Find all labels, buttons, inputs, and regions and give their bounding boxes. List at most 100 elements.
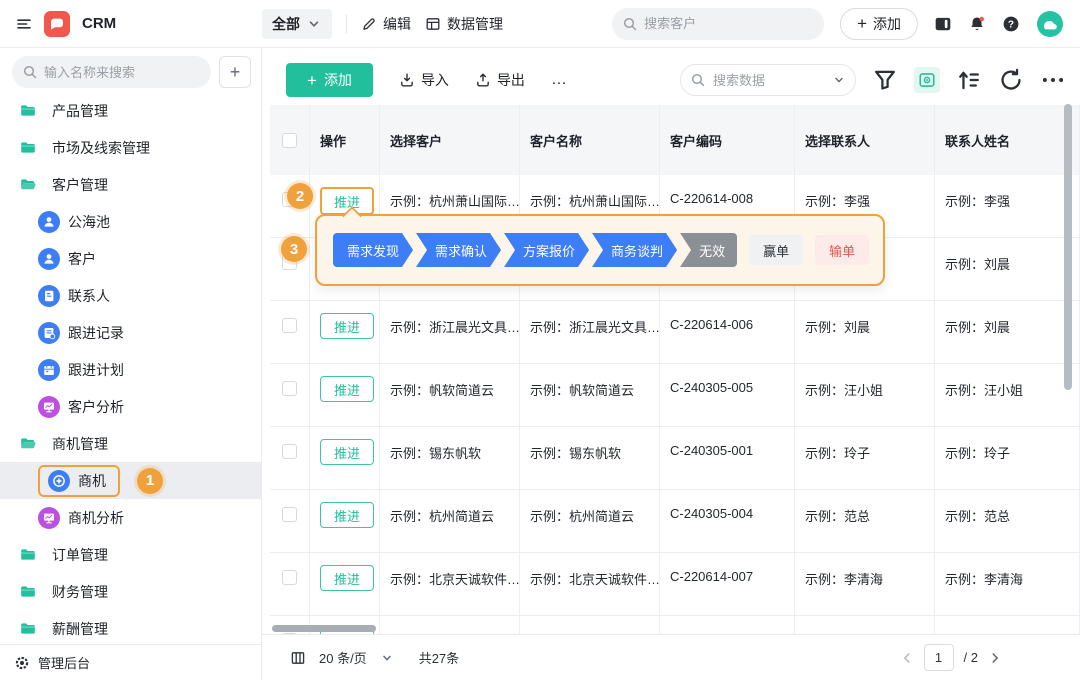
stage-step-方案报价[interactable]: 方案报价 bbox=[504, 233, 589, 267]
import-icon bbox=[399, 72, 415, 88]
vertical-scrollbar[interactable] bbox=[1064, 104, 1072, 390]
row-checkbox[interactable] bbox=[282, 381, 297, 396]
advance-stage-button[interactable]: 推进 bbox=[320, 439, 374, 465]
prev-page-icon[interactable] bbox=[900, 651, 914, 665]
lose-button[interactable]: 输单 bbox=[815, 235, 869, 265]
select-all-cell bbox=[270, 105, 310, 175]
sidebar-item-label: 商机分析 bbox=[68, 508, 124, 528]
table-config-icon[interactable] bbox=[290, 650, 306, 666]
row-checkbox[interactable] bbox=[282, 507, 297, 522]
header-add-label: 添加 bbox=[873, 14, 901, 34]
total-pages-label: / 2 bbox=[964, 650, 978, 665]
data-search-input[interactable] bbox=[680, 64, 856, 96]
sidebar-item-跟进记录[interactable]: 跟进记录 bbox=[0, 314, 261, 351]
data-cell: 示例：帆软简道云 bbox=[520, 364, 660, 426]
table-row: 推进示例：帆软简道云示例：帆软简道云C-240305-005示例：汪小姐示例：汪… bbox=[270, 364, 1080, 427]
hamburger-menu-icon[interactable] bbox=[16, 16, 32, 32]
sidebar-add-button[interactable]: + bbox=[219, 56, 251, 88]
sidebar-item-商机[interactable]: 商机1 bbox=[0, 462, 261, 499]
data-manage-button[interactable]: 数据管理 bbox=[425, 14, 503, 34]
data-cell: C-220614-007 bbox=[660, 616, 795, 634]
folder-open-icon bbox=[18, 176, 38, 193]
svg-text:?: ? bbox=[1008, 19, 1014, 30]
export-button[interactable]: 导出 bbox=[475, 70, 525, 90]
stage-step-需求发现[interactable]: 需求发现 bbox=[333, 233, 413, 267]
advance-stage-button[interactable]: 推进 bbox=[320, 376, 374, 402]
row-select-cell bbox=[270, 490, 310, 552]
sort-order-icon[interactable] bbox=[956, 67, 982, 93]
sidebar-item-公海池[interactable]: 公海池 bbox=[0, 203, 261, 240]
next-page-icon[interactable] bbox=[988, 651, 1002, 665]
table-row: 推进示例：锡东帆软示例：锡东帆软C-240305-001示例：玲子示例：玲子 bbox=[270, 427, 1080, 490]
action-cell: 推进 bbox=[310, 553, 380, 615]
customer-search-input[interactable] bbox=[612, 8, 824, 40]
sidebar-search-input[interactable] bbox=[12, 56, 211, 88]
data-cell: 示例：李强 bbox=[935, 175, 1080, 237]
current-page-box[interactable]: 1 bbox=[924, 644, 954, 671]
more-options-icon[interactable] bbox=[1040, 67, 1066, 93]
sidebar-search-row: + bbox=[12, 56, 251, 88]
more-actions-button[interactable]: … bbox=[551, 71, 568, 89]
sidebar-item-商机管理[interactable]: 商机管理 bbox=[0, 425, 261, 462]
refresh-icon[interactable] bbox=[998, 67, 1024, 93]
sidebar-item-商机分析[interactable]: 商机分析 bbox=[0, 499, 261, 536]
advance-stage-button[interactable]: 推进 bbox=[320, 313, 374, 339]
pool-icon bbox=[38, 211, 60, 233]
table-row: 推进示例：北京天诚软件…示例：北京天诚软件…C-220614-007示例：李清海… bbox=[270, 616, 1080, 634]
filter-icon[interactable] bbox=[872, 67, 898, 93]
customer-search bbox=[612, 8, 824, 40]
chevron-down-icon[interactable] bbox=[832, 73, 846, 87]
user-avatar[interactable] bbox=[1036, 10, 1064, 38]
table-row: 推进示例：北京天诚软件…示例：北京天诚软件…C-220614-007示例：李清海… bbox=[270, 553, 1080, 616]
sidebar-item-订单管理[interactable]: 订单管理 bbox=[0, 536, 261, 573]
stage-step-无效[interactable]: 无效 bbox=[680, 233, 737, 267]
edit-button[interactable]: 编辑 bbox=[361, 14, 411, 34]
column-header-联系人姓名[interactable]: 联系人姓名 bbox=[935, 105, 1080, 175]
sidebar-item-客户管理[interactable]: 客户管理 bbox=[0, 166, 261, 203]
import-button[interactable]: 导入 bbox=[399, 70, 449, 90]
data-cell: 示例：范总 bbox=[795, 490, 935, 552]
action-cell: 推进 bbox=[310, 427, 380, 489]
sidebar-item-跟进计划[interactable]: 跟进计划 bbox=[0, 351, 261, 388]
help-icon[interactable]: ? bbox=[1002, 15, 1020, 33]
data-grid-icon bbox=[425, 16, 441, 32]
sidebar-item-产品管理[interactable]: 产品管理 bbox=[0, 92, 261, 129]
horizontal-scrollbar[interactable] bbox=[272, 625, 376, 632]
field-visibility-icon[interactable] bbox=[914, 67, 940, 93]
column-header-操作[interactable]: 操作 bbox=[310, 105, 380, 175]
sidebar-item-客户分析[interactable]: 客户分析 bbox=[0, 388, 261, 425]
header-add-button[interactable]: + 添加 bbox=[840, 8, 918, 40]
search-icon bbox=[22, 64, 38, 80]
row-checkbox[interactable] bbox=[282, 318, 297, 333]
sidebar-item-市场及线索管理[interactable]: 市场及线索管理 bbox=[0, 129, 261, 166]
scope-dropdown[interactable]: 全部 bbox=[262, 9, 332, 39]
win-button[interactable]: 赢单 bbox=[749, 235, 803, 265]
chevron-down-icon[interactable] bbox=[380, 651, 394, 665]
column-header-选择联系人[interactable]: 选择联系人 bbox=[795, 105, 935, 175]
column-header-客户编码[interactable]: 客户编码 bbox=[660, 105, 795, 175]
admin-console-button[interactable]: 管理后台 bbox=[0, 644, 261, 680]
rows-per-page-label[interactable]: 20 条/页 bbox=[319, 648, 367, 667]
sidebar-item-薪酬管理[interactable]: 薪酬管理 bbox=[0, 610, 261, 647]
data-cell: C-240305-004 bbox=[660, 490, 795, 552]
sidebar-item-财务管理[interactable]: 财务管理 bbox=[0, 573, 261, 610]
side-panel-icon[interactable] bbox=[934, 15, 952, 33]
stage-step-商务谈判[interactable]: 商务谈判 bbox=[592, 233, 677, 267]
column-header-选择客户[interactable]: 选择客户 bbox=[380, 105, 520, 175]
advance-stage-button[interactable]: 推进 bbox=[320, 502, 374, 528]
column-header-客户名称[interactable]: 客户名称 bbox=[520, 105, 660, 175]
table-toolbar: + 添加 导入 导出 … bbox=[286, 62, 1066, 98]
row-checkbox[interactable] bbox=[282, 444, 297, 459]
row-checkbox[interactable] bbox=[282, 570, 297, 585]
notification-bell-icon[interactable] bbox=[968, 15, 986, 33]
data-cell: 示例：锡东帆软 bbox=[380, 427, 520, 489]
sidebar-item-客户[interactable]: 客户 bbox=[0, 240, 261, 277]
advance-stage-button[interactable]: 推进 bbox=[320, 565, 374, 591]
crm-app: CRM 全部 编辑 数据管理 + 添加 bbox=[0, 0, 1080, 680]
add-record-button[interactable]: + 添加 bbox=[286, 63, 373, 97]
stage-steps: 需求发现需求确认方案报价商务谈判无效 bbox=[330, 233, 737, 267]
sidebar-item-联系人[interactable]: 联系人 bbox=[0, 277, 261, 314]
table-row: 推进示例：杭州简道云示例：杭州简道云C-240305-004示例：范总示例：范总 bbox=[270, 490, 1080, 553]
stage-step-需求确认[interactable]: 需求确认 bbox=[416, 233, 501, 267]
select-all-checkbox[interactable] bbox=[282, 133, 297, 148]
